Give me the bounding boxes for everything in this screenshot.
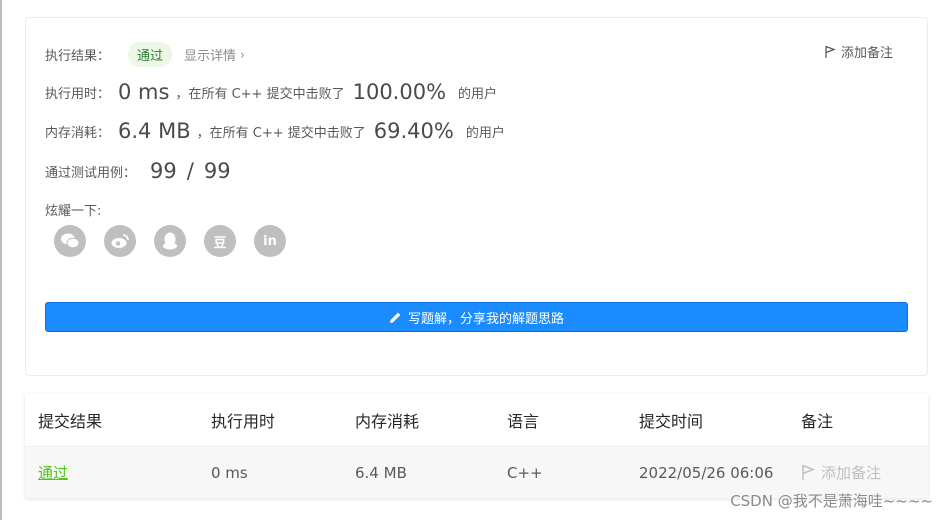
share-row: 炫耀一下: xyxy=(45,200,101,219)
header-note: 备注 xyxy=(801,412,834,431)
pencil-icon xyxy=(389,312,401,323)
tests-passed: 99 xyxy=(150,159,177,183)
header-result: 提交结果 xyxy=(38,412,103,431)
row-add-note-button[interactable]: 添加备注 xyxy=(801,462,881,483)
linkedin-icon[interactable]: in xyxy=(254,225,286,257)
write-solution-label: 写题解，分享我的解题思路 xyxy=(407,311,564,327)
status-badge: 通过 xyxy=(128,42,173,67)
write-solution-button[interactable]: 写题解，分享我的解题思路 xyxy=(45,302,908,332)
left-edge-rule xyxy=(0,0,2,520)
weibo-icon[interactable] xyxy=(104,225,136,257)
row-add-note-label: 添加备注 xyxy=(821,464,882,482)
submission-table: 提交结果 执行用时 内存消耗 语言 提交时间 备注 通过 0 ms 6.4 MB… xyxy=(25,394,928,498)
row-runtime: 0 ms xyxy=(211,463,248,482)
row-result-link[interactable]: 通过 xyxy=(38,462,68,483)
row-memory: 6.4 MB xyxy=(355,463,407,482)
header-language: 语言 xyxy=(507,412,540,431)
tests-total: 99 xyxy=(203,159,231,183)
runtime-label: 执行用时： xyxy=(45,86,111,102)
share-icons: 豆 in xyxy=(54,225,286,257)
memory-value: 6.4 MB xyxy=(118,119,191,143)
row-language: C++ xyxy=(507,463,543,482)
runtime-percent: 100.00% xyxy=(352,80,447,104)
runtime-value: 0 ms xyxy=(118,80,170,104)
runtime-suffix: 的用户 xyxy=(458,86,498,102)
show-details-link[interactable]: 显示详情 › xyxy=(184,45,245,65)
memory-percent: 69.40% xyxy=(373,119,454,143)
result-label: 执行结果： xyxy=(45,49,111,64)
douban-icon[interactable]: 豆 xyxy=(204,225,236,257)
header-submit-time: 提交时间 xyxy=(639,412,704,431)
show-details-label: 显示详情 xyxy=(184,49,237,64)
row-submit-time: 2022/05/26 06:06 xyxy=(639,463,774,482)
add-note-button[interactable]: 添加备注 xyxy=(824,42,893,61)
tests-row: 通过测试用例： 99 / 99 xyxy=(45,159,231,183)
table-header: 提交结果 执行用时 内存消耗 语言 提交时间 备注 xyxy=(25,394,928,446)
qq-icon[interactable] xyxy=(154,225,186,257)
memory-suffix: 的用户 xyxy=(465,125,505,141)
header-runtime: 执行用时 xyxy=(211,412,276,431)
result-card: 执行结果： 通过 显示详情 › 添加备注 执行用时： 0 ms ，在所有 C++… xyxy=(25,17,928,376)
flag-icon xyxy=(825,45,836,58)
chevron-right-icon: › xyxy=(240,47,245,62)
tests-label: 通过测试用例： xyxy=(45,165,137,181)
memory-row: 内存消耗： 6.4 MB ，在所有 C++ 提交中击败了 69.40% 的用户 xyxy=(45,119,505,143)
tests-separator: / xyxy=(186,159,194,183)
result-row: 执行结果： 通过 显示详情 › xyxy=(45,42,245,67)
memory-mid-text: ，在所有 C++ 提交中击败了 xyxy=(196,125,366,141)
add-note-label: 添加备注 xyxy=(840,46,893,61)
flag-icon xyxy=(802,464,815,480)
memory-label: 内存消耗： xyxy=(45,125,111,141)
header-memory: 内存消耗 xyxy=(355,412,420,431)
share-label: 炫耀一下: xyxy=(45,204,102,219)
runtime-row: 执行用时： 0 ms ，在所有 C++ 提交中击败了 100.00% 的用户 xyxy=(45,80,497,104)
watermark: CSDN @我不是萧海哇~~~~ xyxy=(730,492,933,510)
runtime-mid-text: ，在所有 C++ 提交中击败了 xyxy=(175,86,345,102)
wechat-icon[interactable] xyxy=(54,225,86,257)
